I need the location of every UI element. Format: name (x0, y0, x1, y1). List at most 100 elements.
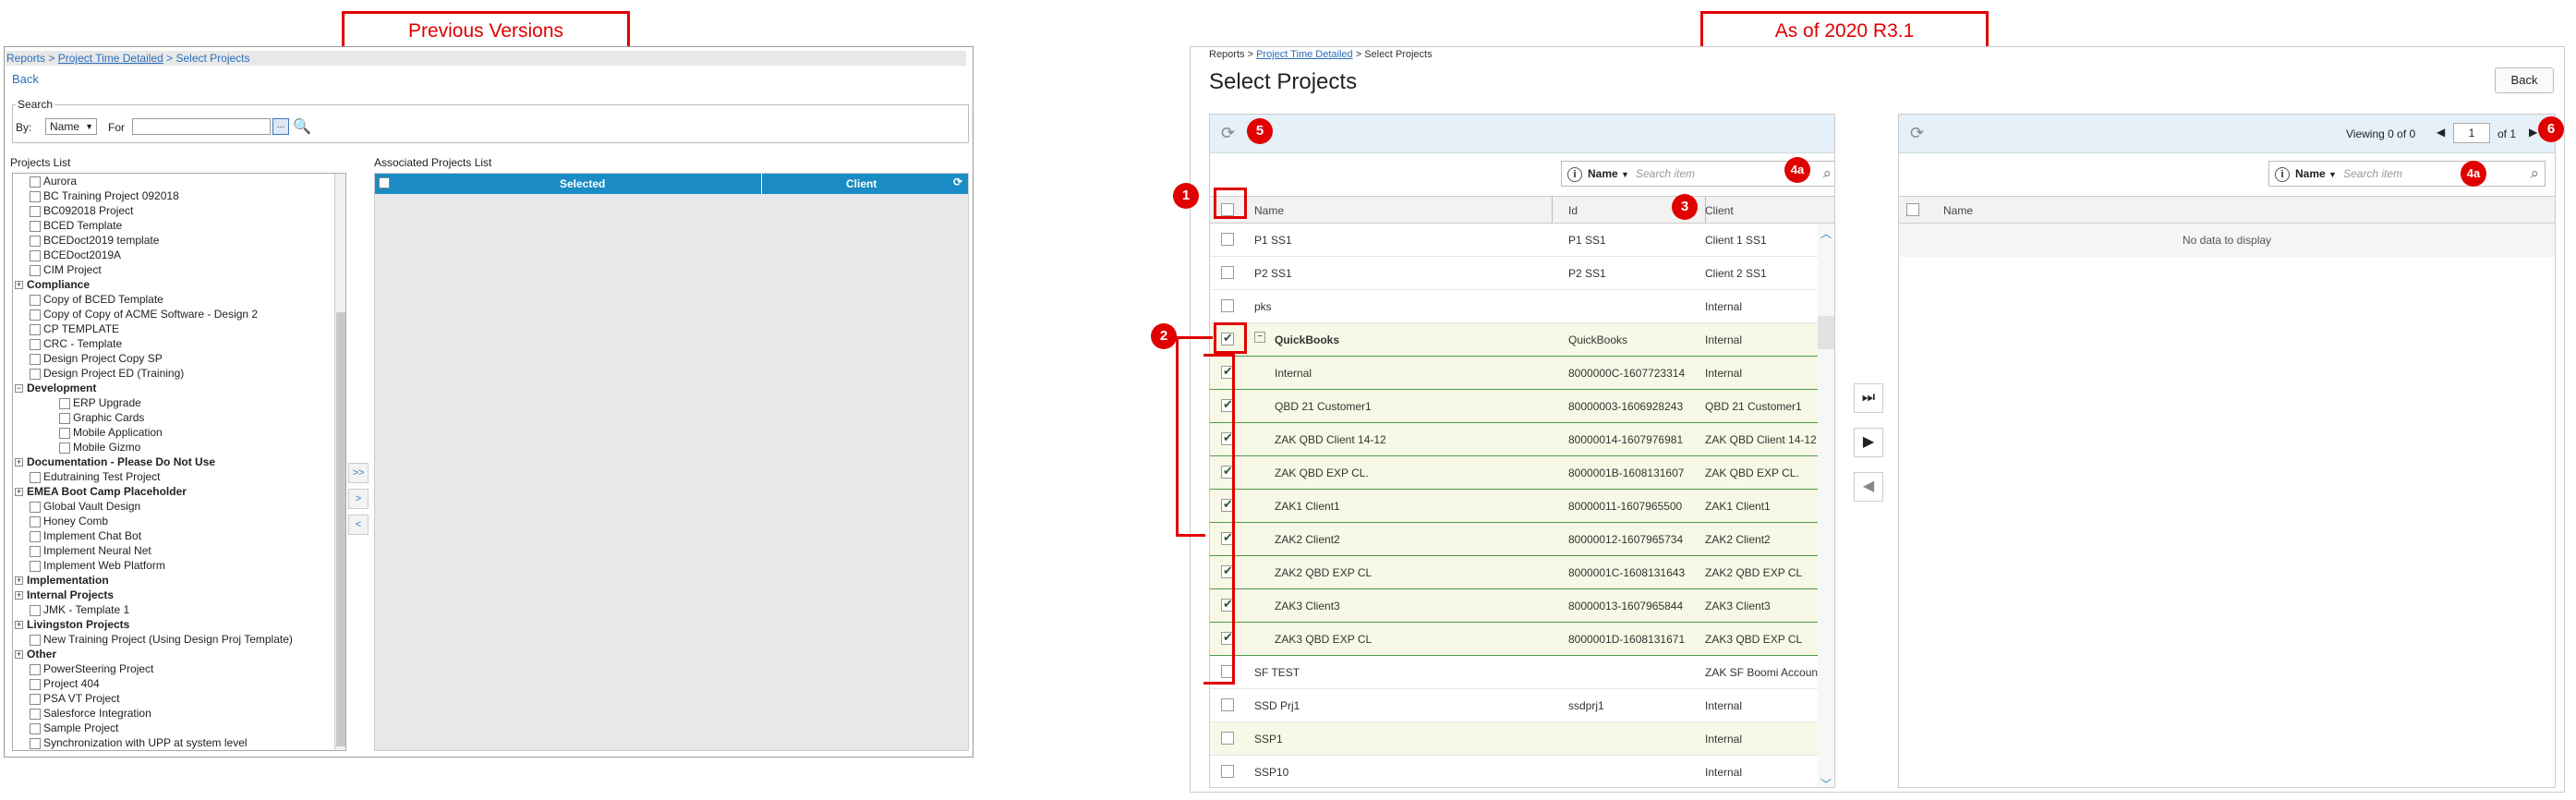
tree-item[interactable]: Honey Comb (13, 514, 345, 528)
tree-checkbox[interactable] (30, 560, 41, 572)
tree-group[interactable]: + Documentation - Please Do Not Use (13, 455, 345, 469)
row-checkbox[interactable] (1221, 732, 1234, 745)
tree-checkbox[interactable] (59, 427, 70, 439)
next-page-icon[interactable]: ▶ (2529, 126, 2537, 139)
tree-item[interactable]: BCED Template (13, 218, 345, 233)
tree-checkbox[interactable] (59, 412, 70, 424)
tree-item[interactable]: Implement Chat Bot (13, 528, 345, 543)
tree-item[interactable]: Design Project Copy SP (13, 351, 345, 366)
table-row[interactable]: ZAK2 Client2 80000012-1607965734 ZAK2 Clie… (1210, 523, 1834, 556)
table-row[interactable]: ZAK QBD EXP CL. 8000001B-1608131607 ZAK QB… (1210, 456, 1834, 490)
row-checkbox[interactable] (1221, 266, 1234, 279)
table-row[interactable]: SSP1 Internal (1210, 722, 1834, 756)
tree-item[interactable]: PowerSteering Project (13, 661, 345, 676)
tree-item[interactable]: ERP Upgrade (13, 395, 345, 410)
breadcrumb-reports[interactable]: Reports (6, 52, 45, 65)
back-link[interactable]: Back (12, 72, 39, 86)
expand-icon[interactable]: + (15, 650, 23, 660)
tree-item[interactable]: Graphic Cards (13, 410, 345, 425)
table-row[interactable]: SSD Prj1 ssdprj1 Internal (1210, 689, 1834, 722)
tree-checkbox[interactable] (59, 442, 70, 454)
tree-group[interactable]: + Other (13, 647, 345, 661)
search-by-select[interactable]: Name ▼ (45, 118, 97, 135)
search-icon[interactable]: 🔍 (293, 117, 311, 136)
tree-checkbox[interactable] (30, 309, 41, 321)
tree-item[interactable]: BCEDoct2019 template (13, 233, 345, 248)
row-checkbox[interactable] (1221, 698, 1234, 711)
tree-checkbox[interactable] (30, 663, 41, 675)
tree-group[interactable]: + EMEA Boot Camp Placeholder (13, 484, 345, 499)
collapse-icon[interactable]: − (1254, 332, 1265, 343)
expand-icon[interactable]: + (15, 576, 23, 586)
tree-checkbox[interactable] (30, 368, 41, 380)
select-all-checkbox[interactable] (1906, 203, 1919, 216)
table-row[interactable]: ZAK3 QBD EXP CL 8000001D-1608131671 ZAK3 Q… (1210, 623, 1834, 656)
tree-item[interactable]: Copy of Copy of ACME Software - Design 2 (13, 307, 345, 321)
tree-checkbox[interactable] (30, 693, 41, 705)
move-all-right-button[interactable]: ⏭ (1854, 383, 1883, 413)
tree-item[interactable]: CIM Project (13, 262, 345, 277)
tree-item[interactable]: Synchronization with UPP at system level (13, 735, 345, 750)
select-all-checkbox[interactable] (379, 177, 390, 188)
tree-checkbox[interactable] (30, 264, 41, 276)
row-checkbox[interactable] (1221, 299, 1234, 312)
search-icon[interactable]: ⌕ (2530, 164, 2539, 183)
scrollbar-thumb[interactable] (336, 312, 345, 746)
tree-group[interactable]: + Livingston Projects (13, 617, 345, 632)
tree-item[interactable]: Implement Neural Net (13, 543, 345, 558)
tree-checkbox[interactable] (30, 323, 41, 335)
add-all-button[interactable]: >> (348, 463, 369, 483)
refresh-icon[interactable]: ⟳ (1221, 124, 1235, 143)
prev-page-icon[interactable]: ◀ (2437, 126, 2445, 139)
right-search-box[interactable]: i Name ▼ Search item ⌕ (2268, 161, 2546, 187)
tree-item[interactable]: Aurora (13, 174, 345, 188)
table-row[interactable]: ZAK2 QBD EXP CL 8000001C-1608131643 ZAK2 Q… (1210, 556, 1834, 589)
table-row[interactable]: P2 SS1 P2 SS1 Client 2 SS1 (1210, 257, 1834, 290)
table-row[interactable]: pks Internal (1210, 290, 1834, 323)
tree-checkbox[interactable] (30, 708, 41, 720)
tree-checkbox[interactable] (30, 501, 41, 513)
scroll-up-icon[interactable]: ︿ (1820, 225, 1832, 241)
search-icon[interactable]: ⌕ (1822, 164, 1832, 183)
tree-item[interactable]: Global Vault Design (13, 499, 345, 514)
tree-item[interactable]: CRC - Template (13, 336, 345, 351)
right-search-by[interactable]: Name ▼ (2295, 167, 2337, 180)
page-input[interactable]: 1 (2453, 123, 2490, 143)
tree-checkbox[interactable] (30, 634, 41, 646)
info-icon[interactable]: i (1567, 167, 1582, 182)
table-row[interactable]: QBD 21 Customer1 80000003-1606928243 QBD 2… (1210, 390, 1834, 423)
row-checkbox[interactable] (1221, 233, 1234, 246)
tree-item[interactable]: Project 404 (13, 676, 345, 691)
collapse-icon[interactable]: − (15, 384, 23, 394)
left-scrollbar[interactable]: ︿ ﹀ (1818, 224, 1834, 787)
tree-checkbox[interactable] (30, 722, 41, 734)
tree-checkbox[interactable] (30, 604, 41, 616)
tree-item[interactable]: Implement Web Platform (13, 558, 345, 573)
lookup-button[interactable]: ... (272, 118, 289, 135)
table-row[interactable]: ZAK1 Client1 80000011-1607965500 ZAK1 Clie… (1210, 490, 1834, 523)
tree-group[interactable]: + Implementation (13, 573, 345, 588)
tree-item[interactable]: BC092018 Project (13, 203, 345, 218)
tree-checkbox[interactable] (30, 220, 41, 232)
tree-group[interactable]: − Development (13, 381, 345, 395)
breadcrumb-reports[interactable]: Reports (1209, 49, 1245, 60)
tree-item[interactable]: BC Training Project 092018 (13, 188, 345, 203)
remove-button[interactable]: < (348, 515, 369, 535)
scrollbar-thumb[interactable] (1818, 316, 1834, 349)
back-button[interactable]: Back (2495, 67, 2554, 93)
tree-checkbox[interactable] (30, 190, 41, 202)
table-row[interactable]: ZAK QBD Client 14-12 80000014-1607976981 Z… (1210, 423, 1834, 456)
tree-item[interactable]: New Training Project (Using Design Proj … (13, 632, 345, 647)
tree-item[interactable]: Edutraining Test Project (13, 469, 345, 484)
tree-item[interactable]: Mobile Gizmo (13, 440, 345, 455)
tree-checkbox[interactable] (30, 353, 41, 365)
tree-checkbox[interactable] (30, 515, 41, 527)
column-selected[interactable]: Selected (560, 177, 605, 190)
tree-checkbox[interactable] (30, 338, 41, 350)
tree-item[interactable]: CP TEMPLATE (13, 321, 345, 336)
tree-checkbox[interactable] (30, 249, 41, 261)
tree-checkbox[interactable] (30, 235, 41, 247)
tree-item[interactable]: Copy of BCED Template (13, 292, 345, 307)
refresh-icon[interactable]: ⟳ (953, 176, 962, 188)
expand-icon[interactable]: + (15, 621, 23, 630)
